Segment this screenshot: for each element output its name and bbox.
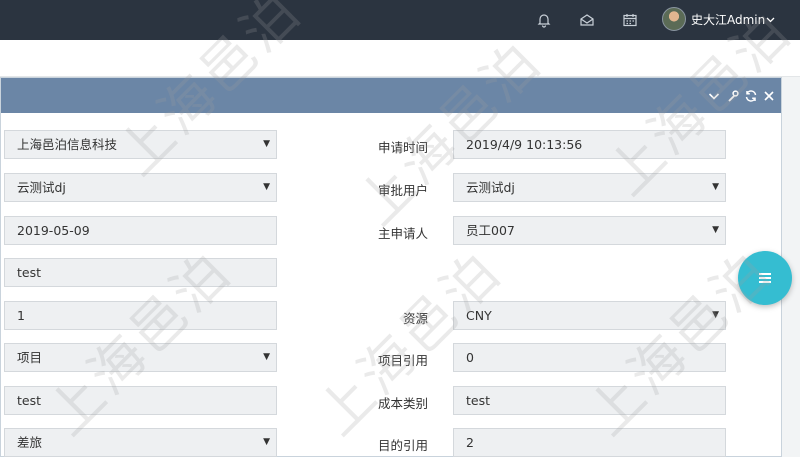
chevron-down-icon[interactable] (765, 14, 776, 25)
refresh-icon[interactable] (744, 88, 758, 102)
user-name[interactable]: 史大江Admin (691, 11, 765, 28)
approver-select[interactable]: 云测试dj ▼ (453, 173, 726, 202)
company-select[interactable]: 上海邑泊信息科技 ▼ (4, 130, 277, 159)
approver-label: 审批用户 (377, 183, 428, 198)
close-icon[interactable] (762, 88, 776, 102)
project-ref-label: 项目引用 (377, 353, 428, 368)
apply-time-field[interactable]: 2019/4/9 10:13:56 (453, 130, 726, 159)
date-field[interactable]: 2019-05-09 (4, 216, 277, 245)
cost-category-label: 成本类别 (377, 396, 428, 411)
main-applicant-select[interactable]: 员工007 ▼ (453, 216, 726, 245)
wrench-icon[interactable] (726, 88, 740, 102)
text-field-2[interactable]: test (4, 386, 277, 415)
category-select[interactable]: 差旅 ▼ (4, 428, 277, 457)
main-applicant-label: 主申请人 (377, 226, 428, 241)
bell-icon[interactable] (533, 9, 555, 31)
text-field-1[interactable]: test (4, 258, 277, 287)
sub-header (0, 40, 800, 77)
number-field[interactable]: 1 (4, 301, 277, 330)
panel-header (1, 78, 781, 113)
top-navbar: 史大江Admin (0, 0, 800, 40)
calendar-icon[interactable] (619, 9, 641, 31)
apply-time-label: 申请时间 (377, 140, 428, 155)
resource-select[interactable]: CNY ▼ (453, 301, 726, 330)
department-select[interactable]: 云测试dj ▼ (4, 173, 277, 202)
menu-icon (759, 273, 771, 283)
collapse-chevron-icon[interactable] (707, 88, 721, 102)
resource-label: 资源 (402, 311, 428, 326)
mail-icon[interactable] (576, 9, 598, 31)
floating-menu-button[interactable] (738, 251, 792, 305)
purpose-ref-field[interactable]: 2 (453, 428, 726, 457)
avatar[interactable] (662, 7, 686, 31)
cost-category-field[interactable]: test (453, 386, 726, 415)
type-select[interactable]: 项目 ▼ (4, 343, 277, 372)
project-ref-field[interactable]: 0 (453, 343, 726, 372)
purpose-ref-label: 目的引用 (377, 438, 428, 453)
